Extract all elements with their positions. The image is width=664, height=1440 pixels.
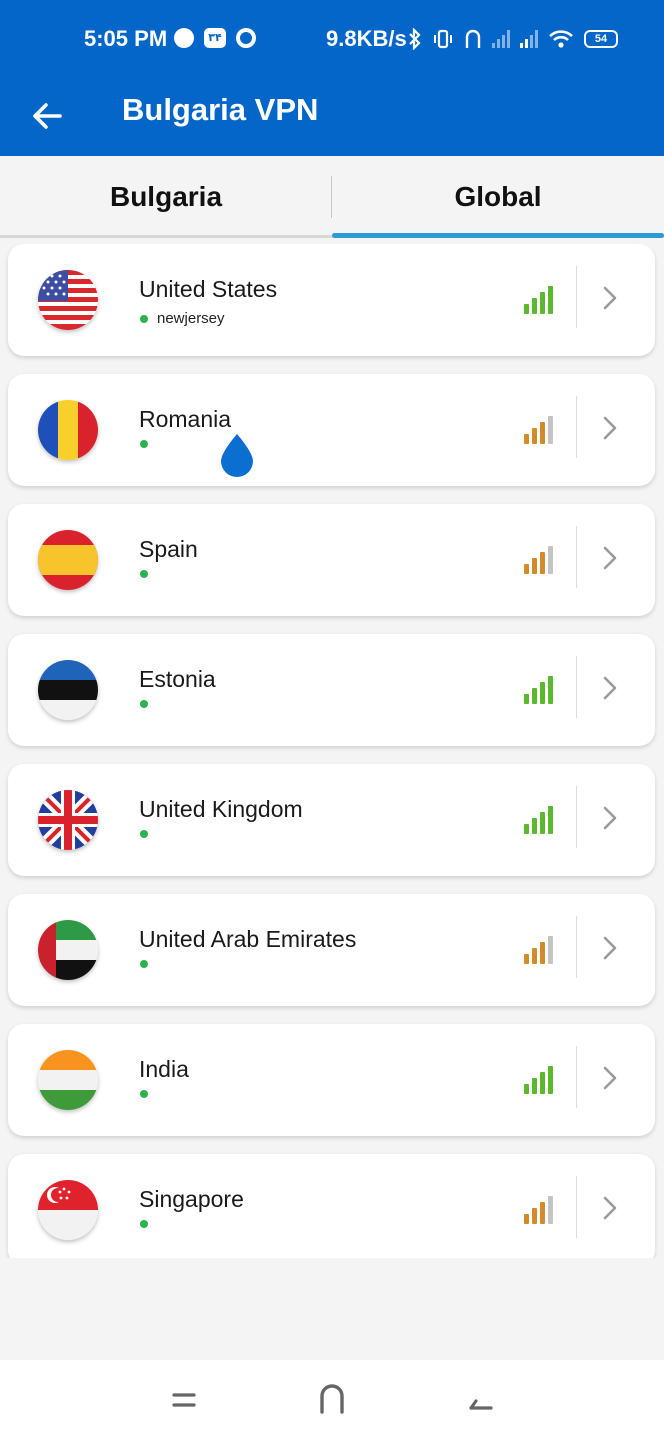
card-divider — [576, 396, 577, 458]
signal-good-icon — [524, 286, 553, 314]
server-status — [140, 1220, 157, 1228]
chevron-right-icon[interactable] — [600, 934, 620, 962]
server-status — [140, 440, 157, 448]
online-dot-icon — [140, 314, 148, 323]
wifi-icon — [549, 30, 573, 48]
server-location: newjersey — [157, 310, 225, 327]
server-item-estonia[interactable]: Estonia — [8, 634, 655, 746]
server-status — [140, 570, 157, 578]
server-status — [140, 700, 157, 708]
home-icon[interactable] — [312, 1380, 352, 1420]
server-item-romania[interactable]: Romania — [8, 374, 655, 486]
flag-us-icon — [38, 270, 98, 330]
flag-ro-icon — [38, 400, 98, 460]
signal-good-icon — [524, 806, 553, 834]
card-divider — [576, 266, 577, 328]
status-time: 5:05 PM — [84, 26, 168, 51]
app-bar: Bulgaria VPN — [0, 78, 664, 156]
server-status — [140, 960, 157, 968]
ring-icon — [236, 28, 256, 48]
badge-icon: ۳۴ — [204, 28, 226, 48]
back-icon[interactable] — [460, 1380, 500, 1420]
chevron-right-icon[interactable] — [600, 804, 620, 832]
card-divider — [576, 656, 577, 718]
online-dot-icon — [140, 960, 148, 968]
server-country: India — [139, 1056, 189, 1082]
server-item-united-states[interactable]: United States newjersey — [8, 244, 655, 356]
server-country: United States — [139, 276, 278, 302]
signal-medium-icon — [524, 936, 553, 964]
battery-icon: 54 — [584, 30, 618, 48]
server-country: Singapore — [139, 1186, 244, 1212]
arrow-left-icon[interactable] — [30, 96, 70, 136]
signal-medium-icon — [524, 1196, 553, 1224]
signal-good-icon — [524, 1066, 553, 1094]
server-list[interactable]: United States newjersey Romania Spain Es… — [0, 244, 664, 1258]
signal-icon — [492, 30, 510, 48]
hotspot-icon — [465, 29, 481, 48]
signal-medium-icon — [524, 416, 553, 444]
recent-apps-icon[interactable] — [164, 1380, 204, 1420]
server-country: United Kingdom — [139, 796, 303, 822]
vibrate-icon — [434, 29, 452, 49]
system-nav-bar — [0, 1360, 664, 1440]
flag-sg-icon — [38, 1180, 98, 1240]
chevron-right-icon[interactable] — [600, 674, 620, 702]
server-item-india[interactable]: India — [8, 1024, 655, 1136]
server-item-spain[interactable]: Spain — [8, 504, 655, 616]
status-notification-icons: ۳۴ — [174, 28, 256, 48]
card-divider — [576, 526, 577, 588]
chevron-right-icon[interactable] — [600, 284, 620, 312]
dot-icon — [174, 28, 194, 48]
status-system-icons: 54 — [408, 28, 618, 50]
signal-good-icon — [524, 676, 553, 704]
flag-ae-icon — [38, 920, 98, 980]
server-status — [140, 1090, 157, 1098]
status-network-speed: 9.8KB/s — [326, 26, 407, 51]
flag-gb-icon — [38, 790, 98, 850]
card-divider — [576, 1176, 577, 1238]
server-status — [140, 830, 157, 838]
online-dot-icon — [140, 570, 148, 578]
online-dot-icon — [140, 830, 148, 838]
card-divider — [576, 1046, 577, 1108]
tab-bulgaria[interactable]: Bulgaria — [0, 156, 332, 238]
card-divider — [576, 916, 577, 978]
online-dot-icon — [140, 1220, 148, 1228]
chevron-right-icon[interactable] — [600, 544, 620, 572]
server-item-united-kingdom[interactable]: United Kingdom — [8, 764, 655, 876]
chevron-right-icon[interactable] — [600, 1064, 620, 1092]
server-item-singapore[interactable]: Singapore — [8, 1154, 655, 1258]
page-title: Bulgaria VPN — [122, 92, 319, 127]
online-dot-icon — [140, 440, 148, 448]
signal-medium-icon — [524, 546, 553, 574]
chevron-right-icon[interactable] — [600, 414, 620, 442]
server-item-united-arab-emirates[interactable]: United Arab Emirates — [8, 894, 655, 1006]
card-divider — [576, 786, 577, 848]
tab-global[interactable]: Global — [332, 156, 664, 238]
bluetooth-icon — [409, 28, 421, 50]
flag-es-icon — [38, 530, 98, 590]
signal-icon — [520, 30, 538, 48]
flag-in-icon — [38, 1050, 98, 1110]
touch-drop-icon — [221, 434, 253, 477]
server-country: Romania — [139, 406, 232, 432]
server-country: Estonia — [139, 666, 216, 692]
online-dot-icon — [140, 1090, 148, 1098]
status-bar: 5:05 PM ۳۴ 9.8KB/s 54 — [0, 0, 664, 78]
tab-selected-indicator — [332, 233, 664, 238]
tab-bar: Bulgaria Global — [0, 156, 664, 238]
online-dot-icon — [140, 700, 148, 708]
server-status: newjersey — [140, 310, 225, 327]
server-country: United Arab Emirates — [139, 926, 357, 952]
flag-ee-icon — [38, 660, 98, 720]
server-country: Spain — [139, 536, 198, 562]
chevron-right-icon[interactable] — [600, 1194, 620, 1222]
